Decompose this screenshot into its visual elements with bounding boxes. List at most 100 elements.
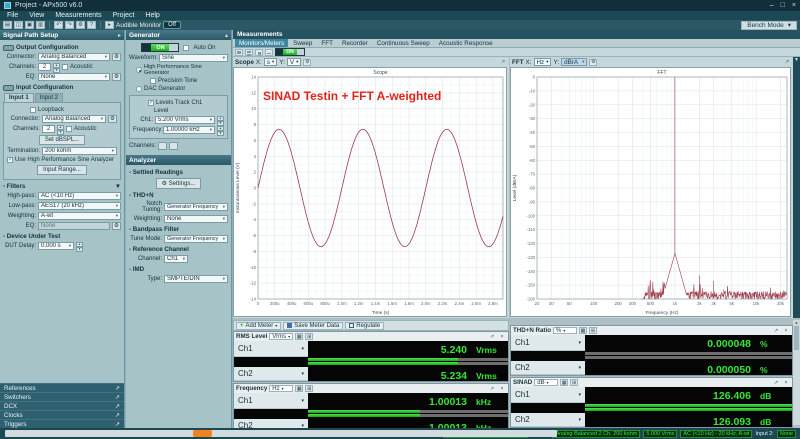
meters-scrollbar[interactable]: ▲: [793, 320, 800, 425]
channel-selector[interactable]: Ch1 ▾: [234, 393, 308, 409]
close-icon[interactable]: ×: [792, 2, 796, 9]
dac-generator-radio[interactable]: [136, 86, 142, 92]
close-icon[interactable]: ×: [498, 385, 506, 392]
precision-tone-checkbox[interactable]: [150, 78, 156, 84]
input-channels-value[interactable]: 2: [42, 125, 55, 133]
nav-references[interactable]: References ↗: [0, 383, 124, 392]
scope-y-unit-select[interactable]: V ▾: [286, 58, 302, 66]
nav-triggers[interactable]: Triggers ↗: [0, 419, 124, 428]
grid-layout-icon[interactable]: [245, 48, 253, 56]
tab-fft[interactable]: FFT: [317, 39, 337, 47]
channel-select[interactable]: Ch1 ▾: [164, 255, 188, 263]
filter-pin-icon[interactable]: ▼: [115, 183, 121, 190]
generator-channel-1-button[interactable]: [158, 142, 168, 150]
dut-delay-stepper[interactable]: ▲ ▼: [76, 242, 83, 252]
input-connector-settings-icon[interactable]: ⚙: [108, 115, 117, 123]
tab-sweep[interactable]: Sweep: [289, 39, 316, 47]
regulate-button[interactable]: Regulate: [345, 321, 385, 330]
fft-y-unit-select[interactable]: dBrA ▾: [561, 58, 588, 66]
generator-level-field[interactable]: 5.200 Vrms ▾: [155, 116, 215, 124]
menu-measurements[interactable]: Measurements: [55, 12, 101, 19]
meter-unit-select[interactable]: Vrms ▾: [269, 333, 294, 340]
channel-selector[interactable]: Ch1 ▾: [511, 387, 585, 403]
close-icon[interactable]: ×: [782, 379, 790, 386]
output-eq-settings-icon[interactable]: ⚙: [112, 73, 121, 81]
scope-plot[interactable]: 0 200u 400u 600u 800u 1.0m 1.2m 1.4m 1.6m 1.8m 2.0…: [233, 67, 507, 317]
settings-icon[interactable]: ⚙: [76, 21, 85, 29]
pin-icon[interactable]: ▼: [794, 57, 799, 63]
input-acoustic-checkbox[interactable]: [66, 126, 72, 132]
analyzer-weighting-select[interactable]: None ▾: [164, 215, 228, 223]
notch-tuning-select[interactable]: Generator Frequency ▾: [164, 203, 228, 211]
fft-popout-icon[interactable]: ↗: [783, 59, 791, 66]
hp-sine-generator-radio[interactable]: [136, 67, 142, 73]
output-channels-value[interactable]: 2: [38, 63, 51, 71]
tab-continuous-sweep[interactable]: Continuous Sweep: [373, 39, 434, 47]
output-config-header[interactable]: Output Configuration: [3, 44, 121, 51]
dock-icon[interactable]: ▸: [118, 32, 121, 39]
bottom-scrollbar[interactable]: [5, 430, 557, 437]
status-input1-filters-badge[interactable]: AC (<10 Hz) - 20 kHz, A-wt: [680, 429, 753, 438]
filters-header[interactable]: - Filters ▼: [3, 183, 121, 190]
channel-selector[interactable]: Ch2 ▾: [511, 361, 585, 375]
termination-select[interactable]: 200 kohm ▾: [42, 147, 117, 155]
output-connector-settings-icon[interactable]: ⚙: [112, 53, 121, 61]
status-input1-config-badge[interactable]: Analog Balanced 2 Ch, 200 kohm: [552, 429, 641, 438]
high-pass-select[interactable]: AC (<10 Hz) ▾: [38, 192, 121, 200]
undo-icon[interactable]: ↶: [54, 21, 63, 29]
channel-selector[interactable]: Ch2 ▾: [234, 367, 308, 381]
meter-settings-icon[interactable]: ⊞: [570, 379, 579, 386]
output-acoustic-checkbox[interactable]: [62, 64, 68, 70]
fft-settings-icon[interactable]: ⚙: [589, 58, 598, 66]
minimize-icon[interactable]: –: [770, 2, 774, 9]
set-dbspl-button[interactable]: Set dBSPL...: [38, 135, 86, 145]
popout-icon[interactable]: ↗: [772, 379, 780, 386]
menu-help[interactable]: Help: [145, 12, 159, 19]
dut-header[interactable]: - Device Under Test: [3, 233, 121, 240]
filters-eq-settings-icon[interactable]: ⚙: [112, 222, 121, 230]
levels-track-checkbox[interactable]: ✓: [148, 100, 154, 106]
meter-unit-select[interactable]: % ▾: [553, 327, 577, 334]
weighting-select[interactable]: A-wt ▾: [38, 212, 121, 220]
fft-plot[interactable]: 20 30 50 100 200 300 500 1k 2k 3k 5k 10k 20k 0 -10 -20 -…: [510, 67, 791, 317]
measurement-on-toggle[interactable]: ON: [275, 48, 305, 56]
generator-on-toggle[interactable]: ON: [141, 43, 180, 52]
meter-settings-icon[interactable]: ⊞: [305, 385, 314, 392]
collapse-icon[interactable]: ▴: [225, 32, 228, 39]
loopback-checkbox[interactable]: [30, 107, 36, 113]
channel-selector[interactable]: Ch1 ▾: [234, 341, 308, 357]
menu-project[interactable]: Project: [113, 12, 135, 19]
monitor-icon[interactable]: ▸: [105, 21, 114, 29]
input-config-header[interactable]: Input Configuration: [3, 84, 121, 91]
save-icon[interactable]: ▣: [25, 21, 34, 29]
dut-delay-field[interactable]: 0.000 s ▾: [38, 242, 74, 250]
generator-frequency-stepper[interactable]: ▲ ▼: [217, 126, 224, 136]
tab-input-2[interactable]: Input 2: [34, 93, 64, 102]
low-pass-select[interactable]: AES17 (20 kHz) ▾: [38, 202, 121, 210]
nav-switchers[interactable]: Switchers ↗: [0, 392, 124, 401]
waveform-select[interactable]: Sine ▾: [159, 54, 228, 62]
output-channels-stepper[interactable]: ▲ ▼: [53, 63, 60, 73]
close-icon[interactable]: ×: [498, 333, 506, 340]
hp-sine-analyzer-checkbox[interactable]: ✓: [7, 157, 13, 163]
scrollbar-thumb[interactable]: [193, 430, 212, 437]
meter-settings-icon[interactable]: ⊞: [305, 333, 314, 340]
output-connector-select[interactable]: Analog Balanced ▾: [38, 53, 110, 61]
open-icon[interactable]: ◫: [14, 21, 23, 29]
tab-acoustic-response[interactable]: Acoustic Response: [435, 39, 497, 47]
maximize-icon[interactable]: □: [781, 2, 785, 9]
status-input2-badge[interactable]: None: [776, 429, 796, 438]
add-graph-icon[interactable]: [255, 48, 263, 56]
imd-type-select[interactable]: SMPTE/DIN ▾: [164, 275, 228, 283]
menu-view[interactable]: View: [29, 12, 44, 19]
output-eq-select[interactable]: None ▾: [38, 73, 110, 81]
status-input1-range-badge[interactable]: 5.000 Vrms: [643, 429, 678, 438]
fft-x-unit-select[interactable]: Hz ▾: [533, 58, 552, 66]
generator-frequency-field[interactable]: 1.00000 kHz ▾: [163, 126, 215, 134]
generator-channel-2-button[interactable]: [169, 142, 179, 150]
meter-unit-select[interactable]: Hz ▾: [269, 385, 294, 392]
layout-icon[interactable]: [235, 48, 243, 56]
meter-options-icon[interactable]: ▦: [579, 327, 587, 334]
scope-settings-icon[interactable]: ⚙: [303, 58, 312, 66]
audible-monitor-toggle[interactable]: Off: [163, 21, 182, 29]
